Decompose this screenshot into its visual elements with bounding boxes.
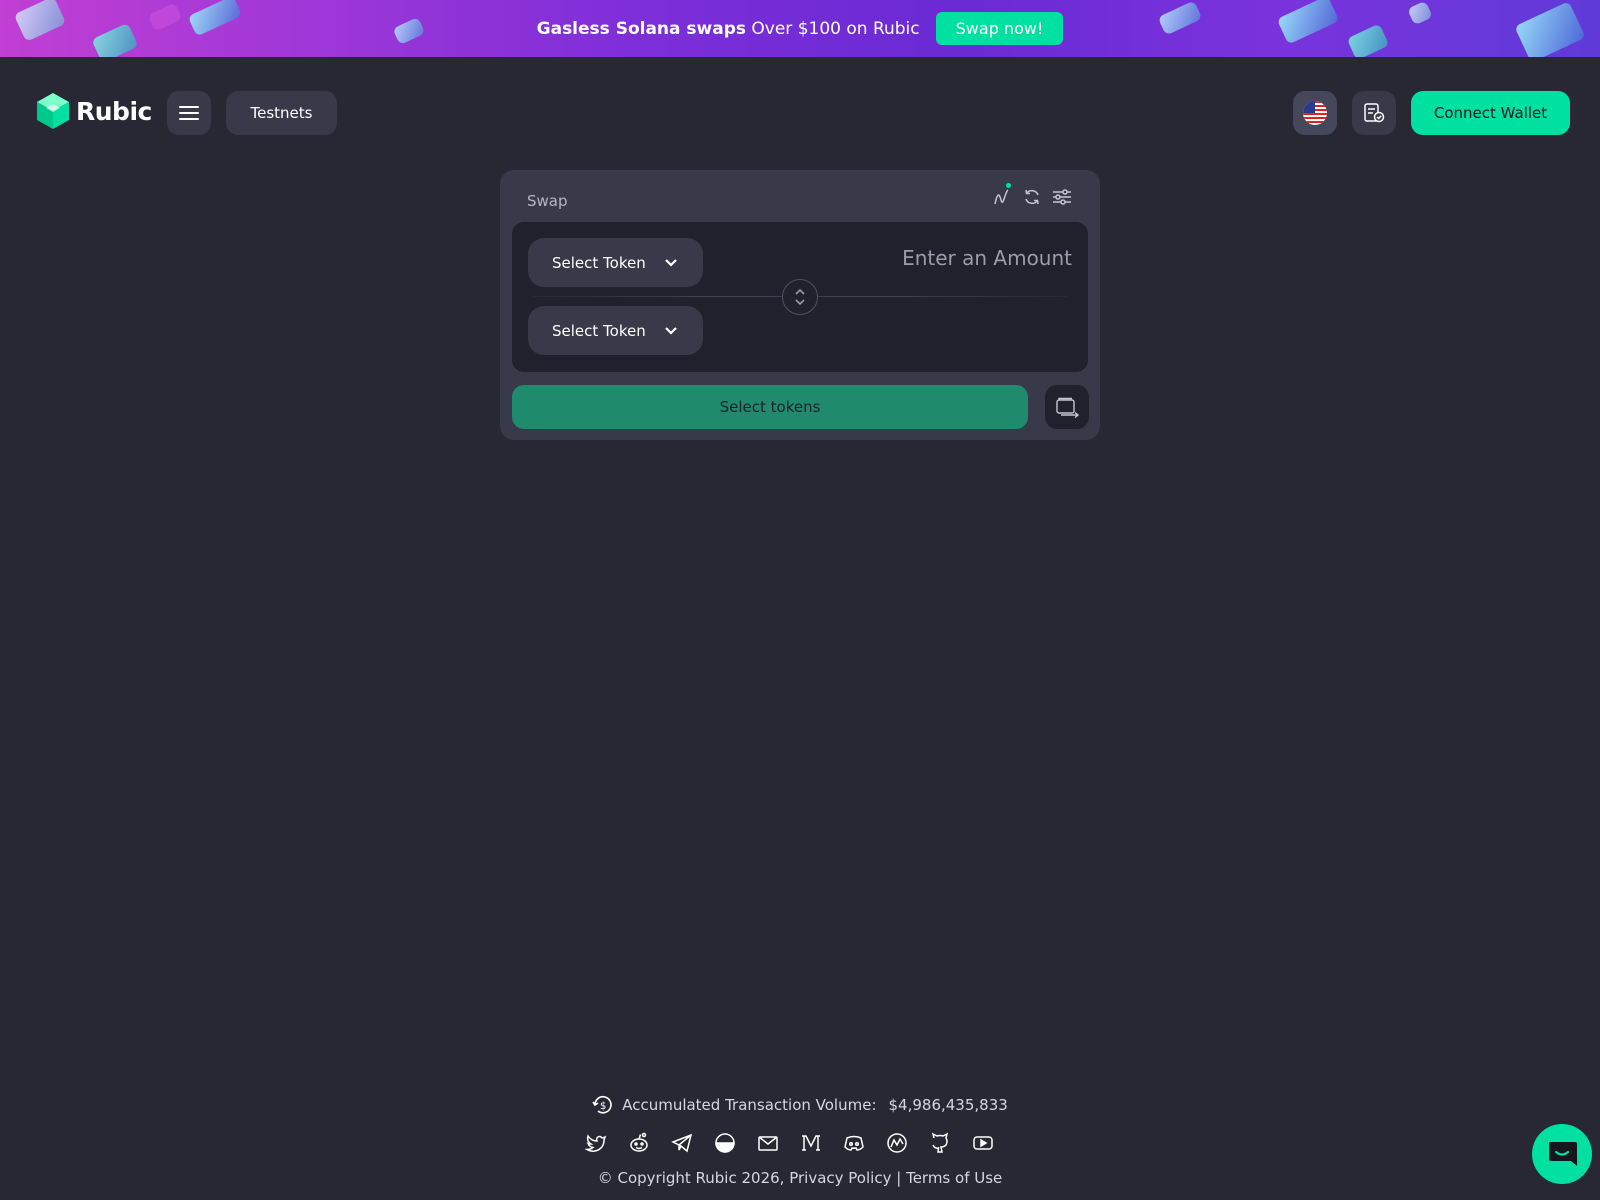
discord-link[interactable] xyxy=(842,1131,866,1155)
to-token-select[interactable]: Select Token xyxy=(528,306,703,355)
twitter-link[interactable] xyxy=(584,1131,608,1155)
transaction-volume: $ Accumulated Transaction Volume: $4,986… xyxy=(0,1094,1600,1116)
coingecko-link[interactable] xyxy=(885,1131,909,1155)
from-token-select[interactable]: Select Token xyxy=(528,238,703,287)
testnets-button[interactable]: Testnets xyxy=(226,91,337,135)
banner-decoration xyxy=(1276,0,1340,45)
chevron-down-icon xyxy=(664,326,677,335)
swap-title: Swap xyxy=(527,192,568,210)
settings-sliders-icon xyxy=(1053,189,1071,205)
medium-link[interactable] xyxy=(799,1131,823,1155)
email-link[interactable] xyxy=(756,1131,780,1155)
coingecko-icon xyxy=(887,1133,907,1153)
copyright-text: © Copyright Rubic 2026, xyxy=(597,1169,785,1187)
youtube-link[interactable] xyxy=(971,1131,995,1155)
chart-icon xyxy=(994,189,1009,205)
twitter-icon xyxy=(585,1134,607,1152)
coinmarketcap-icon xyxy=(715,1133,735,1153)
medium-icon xyxy=(802,1135,820,1151)
from-token-label: Select Token xyxy=(552,253,646,272)
volume-value: $4,986,435,833 xyxy=(888,1096,1008,1114)
banner-decoration xyxy=(1407,0,1433,26)
coinmarketcap-link[interactable] xyxy=(713,1131,737,1155)
banner-decoration xyxy=(91,22,139,57)
footer-separator: | xyxy=(896,1169,902,1187)
logo-text: Rubic xyxy=(76,96,152,126)
refresh-button[interactable] xyxy=(1021,186,1043,208)
swap-tools xyxy=(991,183,1073,208)
menu-button[interactable] xyxy=(167,91,211,135)
social-links xyxy=(584,1131,995,1155)
copyright-line: © Copyright Rubic 2026, Privacy Policy |… xyxy=(0,1169,1600,1187)
telegram-link[interactable] xyxy=(670,1131,694,1155)
receipt-check-icon xyxy=(1364,103,1385,123)
chart-button[interactable] xyxy=(991,183,1013,208)
us-flag-icon xyxy=(1303,101,1327,125)
banner-decoration xyxy=(187,0,243,37)
github-icon xyxy=(931,1132,949,1153)
settings-button[interactable] xyxy=(1051,186,1073,208)
switch-tokens-button[interactable] xyxy=(782,279,818,315)
email-icon xyxy=(758,1136,778,1151)
banner-decoration xyxy=(1157,0,1203,36)
banner-decoration xyxy=(1346,23,1390,57)
banner-decoration xyxy=(392,16,426,46)
reddit-icon xyxy=(630,1132,648,1152)
chevron-down-icon xyxy=(664,258,677,267)
swap-arrows-icon xyxy=(795,288,805,306)
swap-card: Swap Select Token Enter an Amount Select… xyxy=(500,170,1100,440)
receiver-wallet-button[interactable] xyxy=(1045,385,1089,429)
volume-dollar-icon: $ xyxy=(592,1095,612,1114)
language-selector[interactable] xyxy=(1293,91,1337,135)
privacy-policy-link[interactable]: Privacy Policy xyxy=(789,1169,891,1187)
connect-wallet-button[interactable]: Connect Wallet xyxy=(1411,91,1570,135)
banner-decoration xyxy=(13,0,67,42)
to-token-label: Select Token xyxy=(552,321,646,340)
reddit-link[interactable] xyxy=(627,1131,651,1155)
banner-headline: Gasless Solana swaps Over $100 on Rubic xyxy=(536,18,920,39)
rubic-cube-icon xyxy=(37,93,69,129)
hamburger-menu-icon xyxy=(179,106,199,120)
support-chat-button[interactable] xyxy=(1532,1124,1592,1184)
promo-banner: Gasless Solana swaps Over $100 on Rubic … xyxy=(0,0,1600,57)
select-tokens-button[interactable]: Select tokens xyxy=(512,385,1028,429)
terms-of-use-link[interactable]: Terms of Use xyxy=(906,1169,1002,1187)
banner-decoration xyxy=(147,2,183,32)
indicator-dot xyxy=(1006,183,1011,188)
swap-form: Select Token Select Token xyxy=(512,222,1088,372)
chat-bubble-icon xyxy=(1549,1142,1577,1166)
history-button[interactable] xyxy=(1352,91,1396,135)
swap-now-button[interactable]: Swap now! xyxy=(935,12,1064,45)
banner-decoration xyxy=(1514,1,1586,57)
svg-text:$: $ xyxy=(600,1101,606,1112)
amount-input[interactable] xyxy=(832,242,1072,274)
header: Rubic Testnets Connect Wallet xyxy=(0,57,1600,169)
logo[interactable]: Rubic xyxy=(36,92,152,130)
volume-label: Accumulated Transaction Volume: xyxy=(622,1096,877,1114)
refresh-icon xyxy=(1025,189,1039,205)
youtube-icon xyxy=(973,1136,993,1150)
discord-icon xyxy=(844,1135,864,1151)
wallet-arrow-icon xyxy=(1056,397,1080,418)
telegram-icon xyxy=(671,1133,693,1153)
github-link[interactable] xyxy=(928,1131,952,1155)
